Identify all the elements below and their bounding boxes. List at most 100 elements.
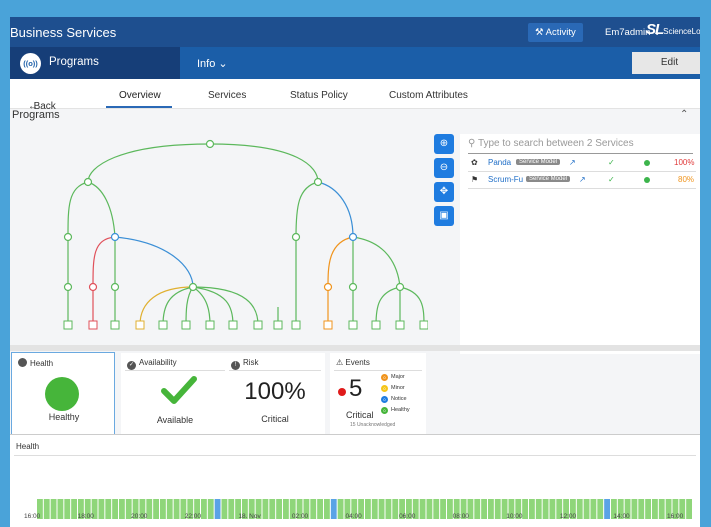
health-bar[interactable] — [426, 499, 433, 519]
health-bar[interactable] — [262, 499, 269, 519]
health-bar[interactable] — [597, 499, 604, 519]
health-bar[interactable] — [57, 499, 64, 519]
health-bar[interactable] — [283, 499, 289, 519]
zoom-out-icon[interactable]: ⊖ — [434, 158, 454, 178]
health-bar[interactable] — [604, 499, 610, 519]
legend-healthy: 0 Healthy — [381, 407, 410, 414]
health-bar[interactable] — [542, 499, 549, 519]
health-bar[interactable] — [686, 499, 692, 519]
health-bar[interactable] — [317, 499, 323, 519]
external-link-icon[interactable]: ↗ — [569, 158, 576, 167]
health-bar[interactable] — [474, 499, 481, 519]
health-bar[interactable] — [631, 499, 638, 519]
tab-services[interactable]: Services — [208, 90, 246, 101]
events-card-title: ⚠ Events — [336, 358, 370, 367]
service-row[interactable]: ⚑ Scrum-Fu Service Model ↗ ✓ 80% — [468, 172, 696, 189]
health-bar[interactable] — [269, 499, 276, 519]
service-name[interactable]: Panda — [488, 158, 511, 167]
time-tick-label: 04:00 — [345, 513, 362, 520]
health-bar[interactable] — [488, 499, 494, 519]
health-bar[interactable] — [419, 499, 426, 519]
check-icon — [161, 376, 197, 404]
health-bar[interactable] — [173, 499, 180, 519]
back-button[interactable]: ← Back — [28, 90, 56, 112]
health-card-title: Health — [18, 358, 53, 368]
health-bar[interactable] — [481, 499, 487, 519]
health-bar[interactable] — [201, 499, 207, 519]
health-bar[interactable] — [50, 499, 57, 519]
health-bar[interactable] — [365, 499, 371, 519]
health-bar[interactable] — [71, 499, 77, 519]
pan-icon[interactable]: ✥ — [434, 182, 454, 202]
health-bar[interactable] — [310, 499, 317, 519]
mascot-icon: ⚑ — [471, 175, 479, 184]
health-bar[interactable] — [535, 499, 542, 519]
health-bar[interactable] — [652, 499, 658, 519]
health-bar[interactable] — [529, 499, 535, 519]
health-bar[interactable] — [645, 499, 651, 519]
health-title: Health — [30, 359, 54, 368]
zoom-in-icon[interactable]: ⊕ — [434, 134, 454, 154]
legend-major: 0 Major — [381, 374, 405, 381]
health-bar[interactable] — [583, 499, 590, 519]
health-bar[interactable] — [371, 499, 378, 519]
tab-status-policy[interactable]: Status Policy — [290, 90, 348, 101]
health-bar[interactable] — [590, 499, 597, 519]
risk-value: Critical — [261, 414, 289, 424]
activity-button[interactable]: ⚒ Activity — [528, 23, 583, 42]
events-value: Critical — [346, 410, 374, 420]
service-search-input[interactable]: ⚲ Type to search between 2 Services — [468, 138, 693, 154]
availability-icon: ✓ — [127, 361, 136, 370]
health-bar[interactable] — [228, 499, 235, 519]
health-bar[interactable] — [385, 499, 392, 519]
risk-card[interactable]: ! Risk 100% Critical — [225, 353, 325, 435]
health-bar[interactable] — [160, 499, 166, 519]
health-bar[interactable] — [440, 499, 446, 519]
health-bar[interactable] — [549, 499, 556, 519]
health-bar[interactable] — [166, 499, 173, 519]
health-bar[interactable] — [64, 499, 71, 519]
health-bar[interactable] — [221, 499, 228, 519]
health-bar[interactable] — [43, 499, 50, 519]
health-bar[interactable] — [433, 499, 440, 519]
chevron-up-icon[interactable]: ⌃ — [680, 109, 688, 120]
health-bar[interactable] — [378, 499, 385, 519]
program-selector[interactable]: ((o)) Programs — [10, 47, 180, 79]
external-link-icon[interactable]: ↗ — [579, 175, 586, 184]
tab-custom-attributes[interactable]: Custom Attributes — [389, 90, 468, 101]
service-tree-diagram[interactable] — [28, 127, 428, 342]
fit-screen-icon[interactable]: ▣ — [434, 206, 454, 226]
health-bar[interactable] — [576, 499, 583, 519]
health-bar[interactable] — [324, 499, 330, 519]
health-bar[interactable] — [112, 499, 118, 519]
risk-card-title: ! Risk — [231, 358, 259, 370]
health-bar[interactable] — [638, 499, 645, 519]
info-menu[interactable]: Info ⌄ — [197, 57, 228, 70]
health-bar[interactable] — [658, 499, 665, 519]
availability-card[interactable]: ✓ Availability Available — [121, 353, 229, 435]
health-bar[interactable] — [276, 499, 282, 519]
timeline-divider — [14, 455, 696, 456]
health-bar[interactable] — [119, 499, 125, 519]
health-bar[interactable] — [330, 499, 337, 519]
health-bar[interactable] — [522, 499, 528, 519]
health-bar[interactable] — [494, 499, 501, 519]
tab-overview[interactable]: Overview — [119, 90, 161, 101]
health-bar[interactable] — [153, 499, 159, 519]
health-bar[interactable] — [207, 499, 214, 519]
edit-button[interactable]: Edit — [632, 52, 700, 74]
health-bar[interactable] — [105, 499, 112, 519]
card-divider — [229, 370, 321, 371]
health-bar[interactable] — [392, 499, 399, 519]
events-card[interactable]: ⚠ Events 5 Critical 15 Unacknowledged 0M… — [330, 353, 426, 435]
service-row[interactable]: ✿ Panda Service Model ↗ ✓ 100% — [468, 155, 696, 172]
events-title: Events — [345, 358, 370, 367]
health-bar[interactable] — [214, 499, 221, 519]
time-tick-label: 10:00 — [506, 513, 523, 520]
health-bar[interactable] — [98, 499, 105, 519]
minor-count: 0 — [381, 385, 388, 392]
app-title: Business Services — [10, 25, 117, 40]
health-card[interactable]: Health Healthy — [11, 352, 115, 435]
health-bar[interactable] — [337, 499, 344, 519]
service-name[interactable]: Scrum-Fu — [488, 175, 523, 184]
